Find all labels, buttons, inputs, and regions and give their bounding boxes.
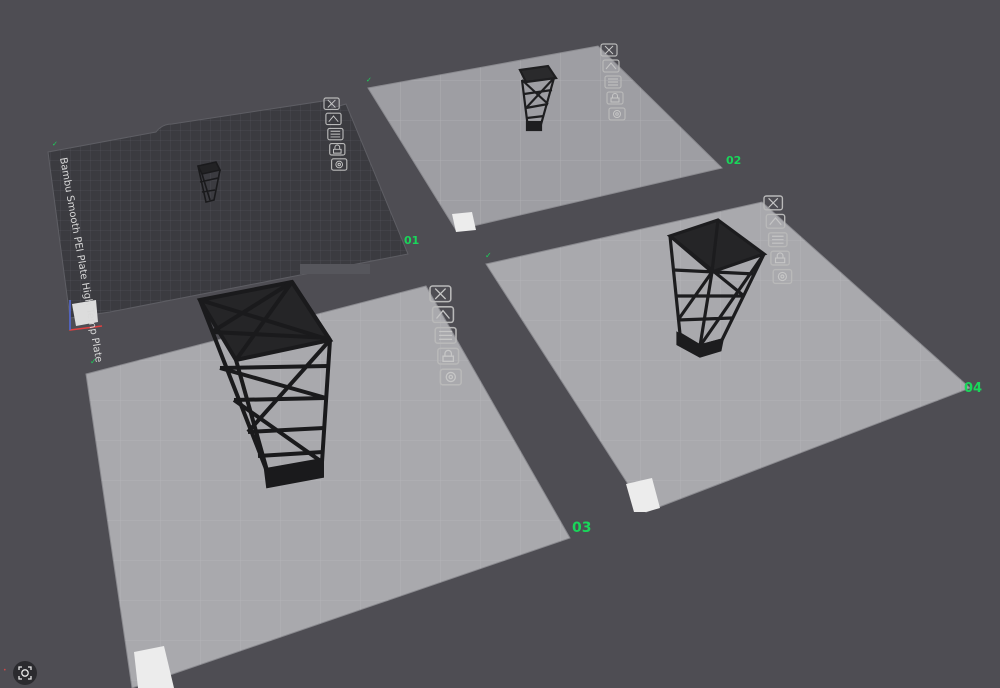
- plate-04-check-icon: ✓: [485, 251, 492, 260]
- plate-04-label: 04: [964, 381, 982, 396]
- plate-01-status-strip: [300, 264, 370, 274]
- window-edge-marker: •: [3, 667, 7, 674]
- plate-03-label: 03: [572, 520, 591, 536]
- plate-02[interactable]: 02 ✓: [366, 43, 741, 232]
- plate-02-corner-logo: [452, 212, 476, 232]
- plate-02-label: 02: [726, 154, 741, 167]
- plate-03-check-icon: ✓: [90, 357, 97, 366]
- camera-view-icon: [18, 666, 32, 680]
- plate-02-check-icon: ✓: [366, 76, 372, 84]
- plate-01-label: 01: [404, 234, 419, 247]
- build-plate-scene[interactable]: 02 ✓ 04 ✓ Bambu Smooth PEI Plate High Te…: [0, 0, 1000, 688]
- camera-view-button[interactable]: [13, 661, 37, 685]
- plate-01-check-icon: ✓: [52, 140, 58, 148]
- plate-03[interactable]: 03 ✓: [85, 279, 591, 688]
- plate-04[interactable]: 04 ✓: [485, 195, 982, 513]
